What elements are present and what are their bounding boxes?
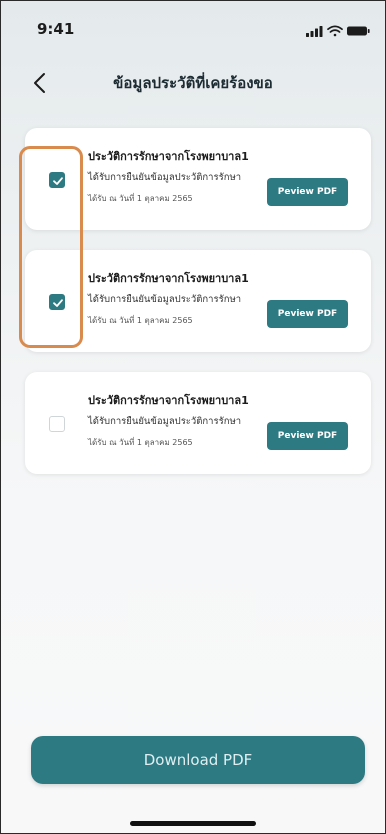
battery-icon — [347, 26, 370, 36]
chevron-left-icon — [34, 73, 45, 93]
phone-screen: 9:41 ข้อมูลประวัติที่เคยร้องขอ ประวัติกา… — [0, 0, 386, 834]
record-date: ได้รับ ณ วันที่ 1 ตุลาคม 2565 — [88, 194, 193, 203]
back-button[interactable] — [27, 69, 55, 97]
record-card: ประวัติการรักษาจากโรงพยาบาล1 ได้รับการยื… — [25, 372, 371, 474]
record-date: ได้รับ ณ วันที่ 1 ตุลาคม 2565 — [88, 438, 193, 447]
status-time: 9:41 — [37, 20, 75, 38]
status-icons — [306, 25, 370, 37]
status-bar: 9:41 — [1, 1, 385, 61]
wifi-icon — [327, 25, 343, 37]
record-description: ได้รับการยืนยันข้อมูลประวัติการรักษา — [88, 294, 242, 305]
record-description: ได้รับการยืนยันข้อมูลประวัติการรักษา — [88, 172, 242, 183]
record-checkbox[interactable] — [49, 416, 65, 432]
record-title: ประวัติการรักษาจากโรงพยาบาล1 — [88, 272, 249, 285]
nav-bar: ข้อมูลประวัติที่เคยร้องขอ — [1, 61, 385, 105]
record-title: ประวัติการรักษาจากโรงพยาบาล1 — [88, 394, 249, 407]
record-date: ได้รับ ณ วันที่ 1 ตุลาคม 2565 — [88, 316, 193, 325]
signal-icon — [306, 26, 323, 37]
download-pdf-button[interactable]: Download PDF — [31, 736, 365, 784]
record-description: ได้รับการยืนยันข้อมูลประวัติการรักษา — [88, 416, 242, 427]
preview-pdf-button[interactable]: Peview PDF — [267, 178, 348, 206]
home-indicator — [130, 821, 256, 826]
record-title: ประวัติการรักษาจากโรงพยาบาล1 — [88, 150, 249, 163]
selection-highlight — [19, 146, 83, 348]
preview-pdf-button[interactable]: Peview PDF — [267, 300, 348, 328]
preview-pdf-button[interactable]: Peview PDF — [267, 422, 348, 450]
page-title: ข้อมูลประวัติที่เคยร้องขอ — [113, 74, 273, 92]
